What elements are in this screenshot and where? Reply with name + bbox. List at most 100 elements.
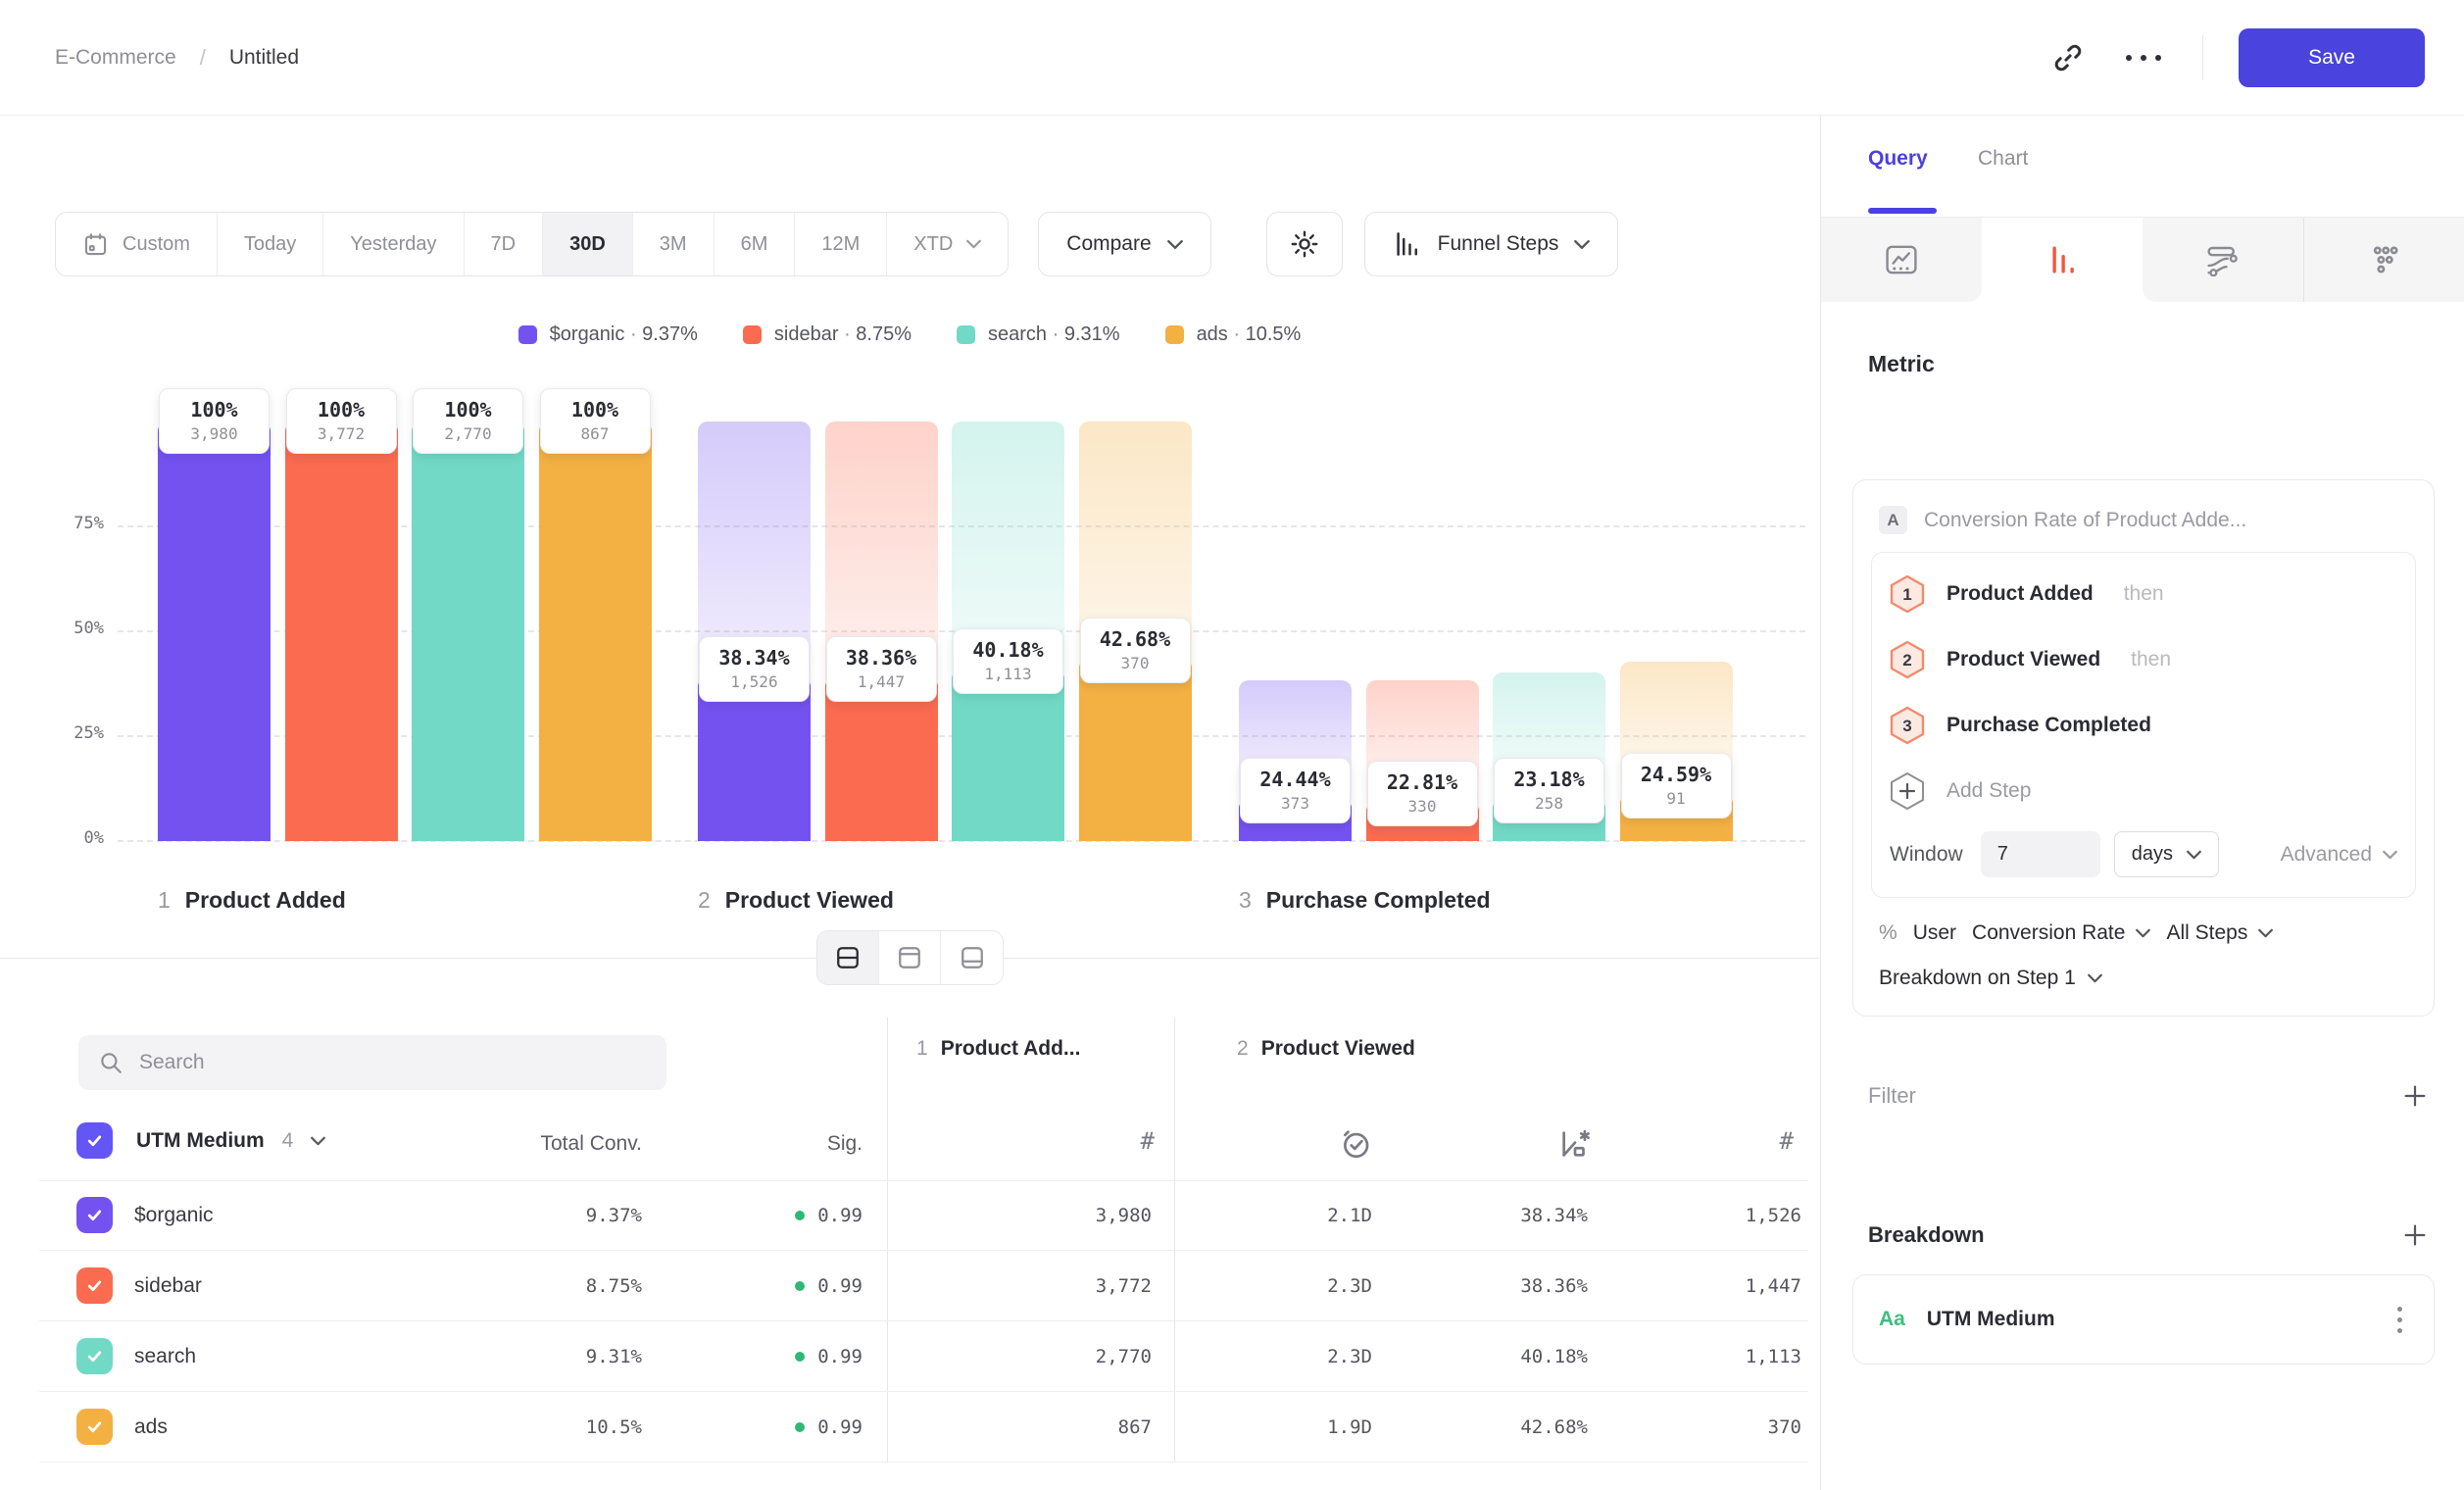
date-range-yesterday[interactable]: Yesterday xyxy=(323,213,464,275)
chevron-down-icon xyxy=(2088,973,2102,983)
date-range-xtd[interactable]: XTD xyxy=(887,213,1008,275)
metric-title-row[interactable]: A Conversion Rate of Product Adde... xyxy=(1871,498,2416,552)
count-column-icon[interactable]: # xyxy=(1076,1127,1155,1155)
date-range-custom[interactable]: Custom xyxy=(56,213,218,275)
measure-entity[interactable]: User xyxy=(1913,921,1956,945)
funnel-step-label: 2Product Viewed xyxy=(698,887,894,914)
sig-cell: 0.99 xyxy=(755,1180,862,1251)
sig-cell: 0.99 xyxy=(755,1321,862,1392)
date-toolbar: Custom Today Yesterday 7D 30D 3M 6M 12M … xyxy=(55,212,1618,276)
funnel-value-label: 100%3,772 xyxy=(286,388,397,454)
conversion-rate-column-icon[interactable] xyxy=(1558,1127,1592,1161)
select-all-checkbox[interactable] xyxy=(76,1122,113,1159)
legend-item[interactable]: $organic · 9.37% xyxy=(518,323,698,346)
metric-title: Conversion Rate of Product Adde... xyxy=(1924,509,2246,532)
gear-icon xyxy=(1289,228,1320,260)
chart-settings-button[interactable] xyxy=(1266,212,1343,276)
funnel-value-label: 24.59%91 xyxy=(1621,753,1732,819)
sig-header[interactable]: Sig. xyxy=(784,1132,862,1156)
sig-cell: 0.99 xyxy=(755,1251,862,1321)
legend-swatch xyxy=(743,325,762,344)
date-range-30d[interactable]: 30D xyxy=(543,213,633,275)
chart-type-scatter-tab[interactable] xyxy=(2304,218,2464,302)
breadcrumb-section[interactable]: E-Commerce xyxy=(55,46,176,70)
check-icon xyxy=(85,1276,104,1295)
date-range-3m[interactable]: 3M xyxy=(633,213,715,275)
step2-rate-cell: 38.36% xyxy=(1411,1251,1588,1321)
table-row[interactable]: $organic 9.37% 0.99 3,980 2.1D 38.34% 1,… xyxy=(39,1180,1808,1251)
total-conv-header[interactable]: Total Conv. xyxy=(490,1132,642,1156)
significance-dot xyxy=(795,1281,805,1291)
add-breakdown-button[interactable] xyxy=(2401,1221,2429,1249)
funnel-step-label: 1Product Added xyxy=(158,887,346,914)
step2-count-cell: 1,447 xyxy=(1627,1251,1801,1321)
advanced-toggle[interactable]: Advanced xyxy=(2281,843,2397,867)
funnel-bar[interactable] xyxy=(698,680,811,841)
legend-item[interactable]: ads · 10.5% xyxy=(1165,323,1302,346)
chart-type-tabs xyxy=(1821,218,2464,302)
chart-type-funnel-tab[interactable] xyxy=(1982,218,2143,302)
date-range-today[interactable]: Today xyxy=(218,213,323,275)
time-to-convert-column-icon[interactable] xyxy=(1339,1127,1372,1161)
breakdown-property-name: UTM Medium xyxy=(1927,1308,2055,1331)
count-column-icon[interactable]: # xyxy=(1715,1127,1794,1155)
conversion-window-row: Window 7 days Advanced xyxy=(1890,831,2397,877)
funnel-step-row-3[interactable]: 3 Purchase Completed xyxy=(1890,692,2397,758)
table-row[interactable]: ads 10.5% 0.99 867 1.9D 42.68% 370 xyxy=(39,1392,1808,1463)
tab-query[interactable]: Query xyxy=(1868,147,1928,171)
more-menu-icon[interactable] xyxy=(2120,55,2167,61)
add-filter-button[interactable] xyxy=(2401,1082,2429,1110)
view-table-only-button[interactable] xyxy=(941,931,1003,984)
step-number-hexagon: 2 xyxy=(1890,640,1925,679)
tab-chart[interactable]: Chart xyxy=(1978,147,2028,171)
date-range-6m[interactable]: 6M xyxy=(715,213,796,275)
step1-count-cell: 3,772 xyxy=(980,1251,1152,1321)
breakdown-property-card[interactable]: Aa UTM Medium xyxy=(1852,1274,2435,1365)
breakdown-on-step-dropdown[interactable]: Breakdown on Step 1 xyxy=(1871,945,2416,990)
funnel-bar[interactable] xyxy=(539,422,652,841)
filter-heading: Filter xyxy=(1868,1083,1916,1109)
split-view-icon xyxy=(835,946,861,969)
date-range-12m[interactable]: 12M xyxy=(795,213,887,275)
funnel-step-row-1[interactable]: 1 Product Addedthen xyxy=(1890,561,2397,626)
row-checkbox[interactable] xyxy=(76,1409,113,1445)
view-chart-only-button[interactable] xyxy=(879,931,941,984)
table-row[interactable]: sidebar 8.75% 0.99 3,772 2.3D 38.36% 1,4… xyxy=(39,1251,1808,1321)
legend-item[interactable]: sidebar · 8.75% xyxy=(743,323,912,346)
row-checkbox[interactable] xyxy=(76,1197,113,1233)
share-link-icon[interactable] xyxy=(2051,41,2085,74)
window-value-input[interactable]: 7 xyxy=(1981,831,2100,877)
chart-type-line-tab[interactable] xyxy=(1821,218,1982,302)
row-checkbox[interactable] xyxy=(76,1338,113,1374)
legend-item[interactable]: search · 9.31% xyxy=(957,323,1120,346)
table-breakdown-header[interactable]: UTM Medium 4 xyxy=(76,1122,325,1159)
breadcrumb-page-title[interactable]: Untitled xyxy=(229,46,299,70)
window-unit-dropdown[interactable]: days xyxy=(2114,831,2219,877)
step-number-hexagon: 1 xyxy=(1890,574,1925,614)
scatter-chart-icon xyxy=(2367,243,2402,276)
legend-label: ads · 10.5% xyxy=(1197,323,1302,346)
funnel-bar[interactable] xyxy=(158,422,271,841)
add-step-row[interactable]: Add Step xyxy=(1890,758,2397,823)
save-button[interactable]: Save xyxy=(2239,28,2425,87)
funnel-value-label: 100%2,770 xyxy=(413,388,523,454)
funnel-step-row-2[interactable]: 2 Product Viewedthen xyxy=(1890,626,2397,692)
measure-metric-dropdown[interactable]: Conversion Rate xyxy=(1972,921,2150,945)
row-checkbox[interactable] xyxy=(76,1267,113,1304)
funnel-bar[interactable] xyxy=(952,672,1064,841)
chart-type-button[interactable]: Funnel Steps xyxy=(1364,212,1619,276)
breakdown-count: 4 xyxy=(282,1129,294,1153)
view-split-button[interactable] xyxy=(817,931,879,984)
search-input[interactable] xyxy=(139,1051,647,1074)
funnel-bar[interactable] xyxy=(825,680,938,841)
app-root: E-Commerce / Untitled Save xyxy=(0,0,2464,1490)
table-row[interactable]: search 9.31% 0.99 2,770 2.3D 40.18% 1,11… xyxy=(39,1321,1808,1392)
measure-scope-dropdown[interactable]: All Steps xyxy=(2166,921,2273,945)
funnel-bar[interactable] xyxy=(1079,662,1192,841)
kebab-menu-icon[interactable] xyxy=(2391,1301,2408,1339)
compare-button[interactable]: Compare xyxy=(1038,212,1210,276)
date-range-7d[interactable]: 7D xyxy=(465,213,544,275)
chart-type-flow-tab[interactable] xyxy=(2143,218,2304,302)
funnel-bar[interactable] xyxy=(412,422,524,841)
funnel-bar[interactable] xyxy=(285,422,398,841)
